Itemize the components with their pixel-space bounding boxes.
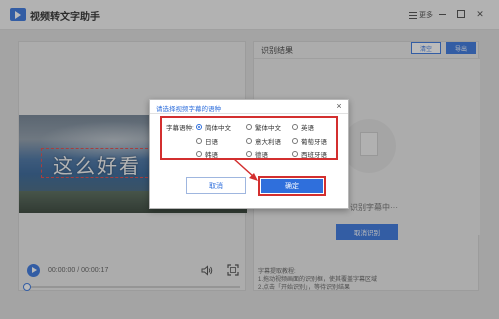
language-label: 字幕语种:	[166, 125, 194, 132]
dialog-title: 请选择视频字幕的语种	[156, 106, 221, 113]
dialog-confirm-button[interactable]: 确定	[261, 179, 323, 193]
lang-option-spanish[interactable]: 西班牙语	[292, 149, 327, 159]
close-icon: ×	[336, 101, 342, 111]
language-options-box: 字幕语种: 简体中文 繁体中文 英语 日语 意大利语 葡萄牙语 韩语 德语 西班…	[160, 116, 338, 160]
lang-option-traditional-chinese[interactable]: 繁体中文	[246, 122, 281, 132]
lang-option-label: 日语	[205, 139, 218, 146]
dialog-header: 请选择视频字幕的语种 ×	[150, 100, 348, 114]
lang-option-japanese[interactable]: 日语	[196, 136, 218, 146]
radio-icon	[196, 151, 202, 157]
radio-icon	[196, 124, 202, 130]
dialog-cancel-button[interactable]: 取消	[186, 177, 246, 194]
radio-icon	[292, 138, 298, 144]
radio-icon	[246, 151, 252, 157]
dialog-close-button[interactable]: ×	[334, 101, 344, 111]
lang-option-label: 韩语	[205, 152, 218, 159]
radio-icon	[292, 124, 298, 130]
lang-option-portuguese[interactable]: 葡萄牙语	[292, 136, 327, 146]
lang-option-label: 繁体中文	[255, 125, 281, 132]
lang-option-label: 意大利语	[255, 139, 281, 146]
radio-icon	[246, 138, 252, 144]
language-dialog: 请选择视频字幕的语种 × 字幕语种: 简体中文 繁体中文 英语 日语 意大利语 …	[149, 99, 349, 209]
lang-option-label: 英语	[301, 125, 314, 132]
lang-option-label: 葡萄牙语	[301, 139, 327, 146]
lang-option-german[interactable]: 德语	[246, 149, 268, 159]
lang-option-korean[interactable]: 韩语	[196, 149, 218, 159]
lang-option-simplified-chinese[interactable]: 简体中文	[196, 122, 231, 132]
lang-option-label: 简体中文	[205, 125, 231, 132]
lang-option-label: 西班牙语	[301, 152, 327, 159]
radio-icon	[292, 151, 298, 157]
lang-option-english[interactable]: 英语	[292, 122, 314, 132]
radio-icon	[246, 124, 252, 130]
dialog-confirm-highlight: 确定	[258, 176, 326, 196]
lang-option-label: 德语	[255, 152, 268, 159]
radio-icon	[196, 138, 202, 144]
lang-option-italian[interactable]: 意大利语	[246, 136, 281, 146]
